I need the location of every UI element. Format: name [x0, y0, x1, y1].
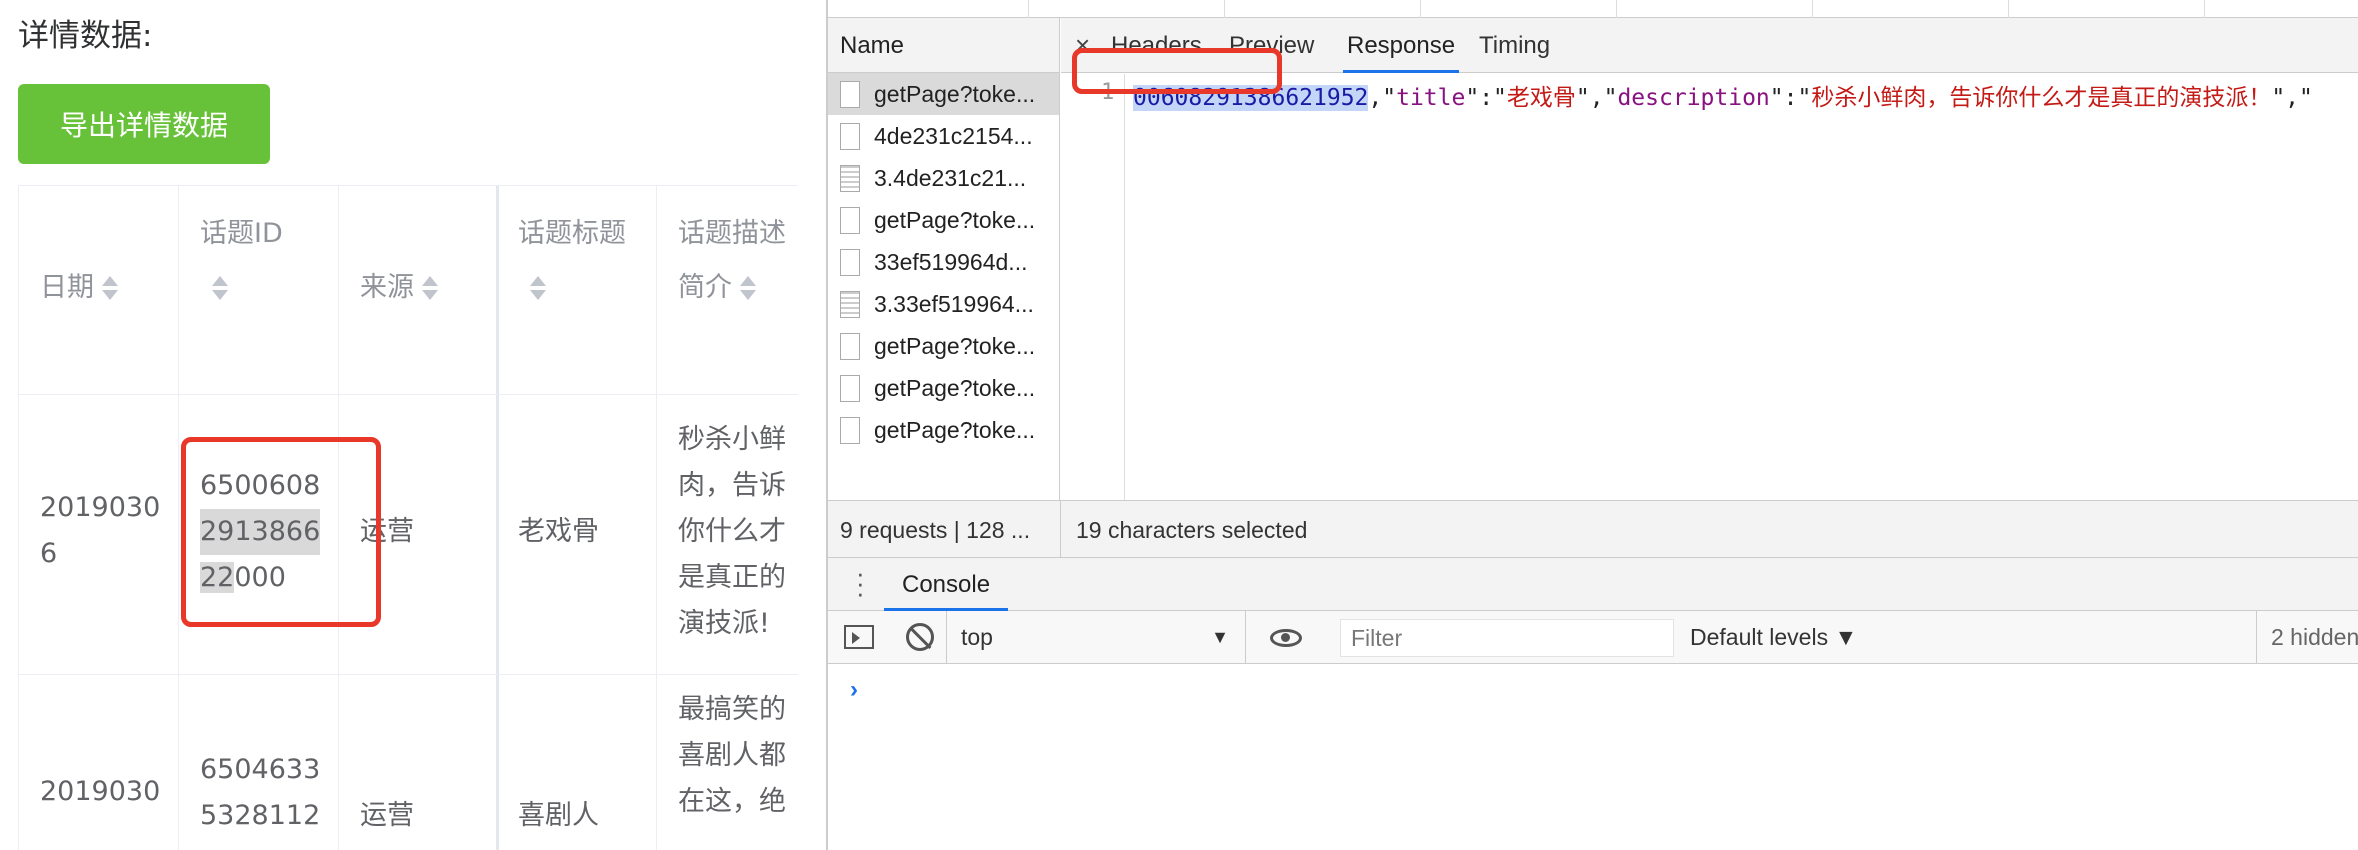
tab-response[interactable]: Response: [1343, 18, 1460, 73]
file-icon: [840, 207, 860, 234]
image-file-icon: [840, 165, 860, 192]
header-topic-title[interactable]: 话题标题: [518, 207, 626, 315]
more-options-icon[interactable]: · · ·: [856, 560, 865, 606]
file-icon: [840, 417, 860, 444]
tab-console[interactable]: Console: [884, 558, 1009, 611]
header-date[interactable]: 日期: [40, 261, 120, 315]
line-gutter: [1061, 74, 1125, 500]
sort-icon[interactable]: [210, 274, 230, 304]
close-icon[interactable]: ×: [1075, 18, 1090, 73]
tab-preview[interactable]: Preview: [1229, 18, 1314, 73]
response-body[interactable]: 00608291386621952,"title":"老戏骨","descrip…: [1133, 78, 2313, 112]
cell-topic-id: 6500608 2913866 22000: [200, 470, 321, 593]
file-icon: [840, 375, 860, 402]
request-item[interactable]: getPage?toke...: [828, 325, 1059, 367]
request-item[interactable]: getPage?toke...: [828, 367, 1059, 409]
live-expression-eye-icon[interactable]: [1270, 629, 1302, 647]
tab-timing[interactable]: Timing: [1479, 18, 1550, 73]
detail-tabs: × Headers Preview Response Timing: [1061, 18, 2358, 73]
network-timeline[interactable]: [828, 0, 2358, 18]
cell-title: 喜剧人: [518, 800, 599, 831]
cell-description: 秒杀小鲜 肉，告诉 你什么才 是真正的 演技派!: [678, 424, 786, 639]
selected-text: 00608291386621952: [1133, 85, 1369, 111]
header-topic-desc[interactable]: 话题描述 简介: [678, 207, 786, 315]
clear-console-icon[interactable]: [906, 623, 934, 651]
request-item[interactable]: getPage?toke...: [828, 199, 1059, 241]
file-icon: [840, 123, 860, 150]
request-item[interactable]: 33ef519964d...: [828, 241, 1059, 283]
file-icon: [840, 249, 860, 276]
request-list: Name getPage?toke... 4de231c2154... 3.4d…: [828, 18, 1060, 500]
show-sidebar-icon[interactable]: [844, 625, 874, 649]
cell-source: 运营: [360, 800, 414, 831]
selection-status: 19 characters selected: [1076, 517, 1308, 543]
export-details-button[interactable]: 导出详情数据: [18, 84, 270, 164]
network-status-bar: 9 requests | 128 ... 19 characters selec…: [828, 500, 2358, 559]
table-row: 2019030 6 6500608 2913866 22000 运营 老戏骨 秒…: [18, 395, 798, 674]
sort-icon[interactable]: [528, 274, 548, 304]
console-toolbar: top ▼ Filter Default levels ▼ 2 hidden: [828, 611, 2358, 664]
hidden-messages-count: 2 hidden: [2256, 611, 2358, 664]
page-title: 详情数据:: [18, 18, 153, 54]
header-source[interactable]: 来源: [360, 261, 440, 315]
request-count: 9 requests | 128 ...: [840, 517, 1031, 543]
cell-title: 老戏骨: [518, 516, 599, 547]
name-column-header[interactable]: Name: [828, 18, 1059, 73]
request-item[interactable]: getPage?toke...: [828, 409, 1059, 451]
cell-date: 2019030: [40, 776, 161, 807]
table-row: 2019030 6504633 5328112 运营 喜剧人 最搞笑的 喜剧人都…: [18, 675, 798, 850]
console-prompt[interactable]: ›: [850, 676, 858, 704]
dropdown-arrow-icon: ▼: [1211, 627, 1229, 647]
request-item[interactable]: getPage?toke...: [828, 73, 1059, 115]
sort-icon[interactable]: [738, 274, 758, 304]
cell-description: 最搞笑的 喜剧人都 在这，绝: [678, 694, 786, 817]
drawer-tabs: · · · Console: [828, 558, 2358, 611]
request-item[interactable]: 3.4de231c21...: [828, 157, 1059, 199]
devtools-panel: Name getPage?toke... 4de231c2154... 3.4d…: [826, 0, 2358, 850]
details-panel: 详情数据: 导出详情数据 日期 话题ID 来源 话题标题 话题描述 简介 201…: [0, 0, 826, 850]
cell-source: 运营: [360, 516, 414, 547]
sort-icon[interactable]: [100, 274, 120, 304]
request-item[interactable]: 4de231c2154...: [828, 115, 1059, 157]
image-file-icon: [840, 291, 860, 318]
cell-topic-id: 6504633 5328112: [200, 754, 321, 831]
details-table: 日期 话题ID 来源 话题标题 话题描述 简介 2019030 6 650060…: [18, 185, 798, 850]
request-item[interactable]: 3.33ef519964...: [828, 283, 1059, 325]
log-levels-dropdown[interactable]: Default levels ▼: [1690, 611, 1857, 664]
file-icon: [840, 333, 860, 360]
file-icon: [840, 81, 860, 108]
cell-date: 2019030 6: [40, 492, 161, 569]
console-filter-input[interactable]: Filter: [1340, 619, 1674, 657]
sort-icon[interactable]: [420, 274, 440, 304]
tab-headers[interactable]: Headers: [1111, 18, 1202, 73]
header-topic-id[interactable]: 话题ID: [200, 207, 283, 315]
line-number: 1: [1101, 80, 1115, 105]
request-detail: × Headers Preview Response Timing 1 0060…: [1061, 18, 2358, 500]
context-selector[interactable]: top ▼: [946, 611, 1246, 664]
